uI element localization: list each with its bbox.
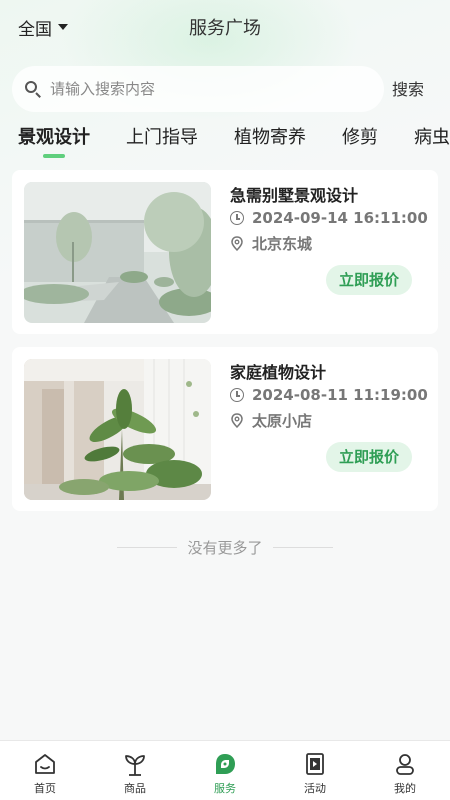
tabbar-mine[interactable]: 我的 (360, 741, 450, 800)
location-pin-icon (231, 413, 243, 429)
region-label: 全国 (18, 19, 52, 40)
tab-label: 修剪 (342, 127, 378, 148)
search-input[interactable] (50, 80, 350, 98)
tabbar-products[interactable]: 商品 (90, 741, 180, 800)
region-selector[interactable]: 全国 (18, 14, 68, 40)
tabbar-home[interactable]: 首页 (0, 741, 90, 800)
divider (117, 546, 178, 548)
card-time: 2024-08-11 11:19:00 (230, 386, 428, 404)
tab-onsite-guidance[interactable]: 上门指导 (126, 124, 198, 158)
garden-photo (24, 182, 211, 323)
service-card[interactable]: 急需别墅景观设计 2024-09-14 16:11:00 北京东城 立即报价 (12, 170, 438, 334)
tab-label: 植物寄养 (234, 127, 306, 148)
tab-label: 病虫 (414, 127, 450, 148)
user-icon (392, 751, 418, 777)
no-more-text: 没有更多了 (187, 538, 263, 557)
card-time: 2024-09-14 16:11:00 (230, 209, 428, 227)
clock-icon (230, 211, 244, 225)
active-tab-indicator (43, 154, 65, 158)
tab-pests[interactable]: 病虫 (414, 124, 450, 158)
tabbar-label: 服务 (214, 782, 236, 795)
card-title: 急需别墅景观设计 (230, 186, 359, 205)
quote-button[interactable]: 立即报价 (326, 442, 412, 472)
home-icon (32, 751, 58, 777)
bottom-tab-bar: 首页 商品 服务 活动 我的 (0, 740, 450, 800)
tabbar-label: 我的 (394, 782, 416, 795)
location-pin-icon (231, 236, 243, 252)
service-card[interactable]: 家庭植物设计 2024-08-11 11:19:00 太原小店 立即报价 (12, 347, 438, 511)
tab-landscape-design[interactable]: 景观设计 (18, 124, 90, 158)
tabbar-label: 首页 (34, 782, 56, 795)
card-location: 北京东城 (230, 233, 312, 254)
tabbar-label: 活动 (304, 782, 326, 795)
tab-plant-boarding[interactable]: 植物寄养 (234, 124, 306, 158)
activity-icon (302, 751, 328, 777)
tab-label: 上门指导 (126, 127, 198, 148)
location-text: 太原小店 (252, 412, 313, 430)
sprout-icon (122, 751, 148, 777)
location-text: 北京东城 (252, 235, 313, 253)
tab-label: 景观设计 (18, 127, 90, 148)
caret-down-icon (58, 24, 68, 30)
quote-button[interactable]: 立即报价 (326, 265, 412, 295)
time-text: 2024-09-14 16:11:00 (252, 209, 428, 227)
list-end-indicator: 没有更多了 (0, 536, 450, 558)
service-icon (212, 751, 238, 777)
time-text: 2024-08-11 11:19:00 (252, 386, 428, 404)
tabbar-activity[interactable]: 活动 (270, 741, 360, 800)
tabbar-service[interactable]: 服务 (180, 741, 270, 800)
search-icon (24, 80, 42, 98)
card-title: 家庭植物设计 (230, 363, 327, 382)
card-location: 太原小店 (230, 410, 312, 431)
search-bar[interactable] (12, 66, 384, 112)
search-button[interactable]: 搜索 (392, 76, 424, 102)
interior-plant-photo (24, 359, 211, 500)
tab-pruning[interactable]: 修剪 (342, 124, 378, 158)
category-tabs: 景观设计 上门指导 植物寄养 修剪 病虫 (0, 124, 450, 160)
tabbar-label: 商品 (124, 782, 146, 795)
divider (272, 546, 333, 548)
clock-icon (230, 388, 244, 402)
